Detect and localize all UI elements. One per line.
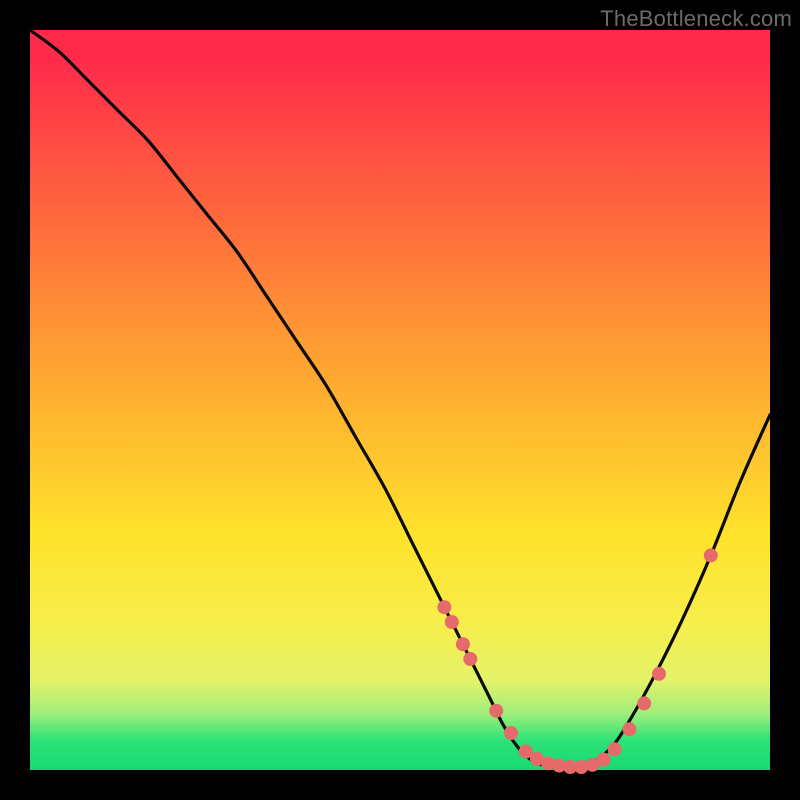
curve-marker-dot [463, 652, 477, 666]
bottleneck-curve [30, 30, 770, 768]
bottleneck-curve-svg [30, 30, 770, 770]
curve-marker-dot [445, 615, 459, 629]
curve-marker-dot [704, 548, 718, 562]
curve-marker-dot [597, 753, 611, 767]
curve-marker-dot [652, 667, 666, 681]
chart-frame: TheBottleneck.com [0, 0, 800, 800]
curve-marker-dot [504, 726, 518, 740]
watermark-text: TheBottleneck.com [600, 6, 792, 32]
curve-markers [437, 548, 717, 774]
curve-marker-dot [456, 637, 470, 651]
curve-marker-dot [489, 704, 503, 718]
curve-marker-dot [622, 722, 636, 736]
curve-marker-dot [437, 600, 451, 614]
curve-marker-dot [608, 742, 622, 756]
curve-marker-dot [637, 696, 651, 710]
